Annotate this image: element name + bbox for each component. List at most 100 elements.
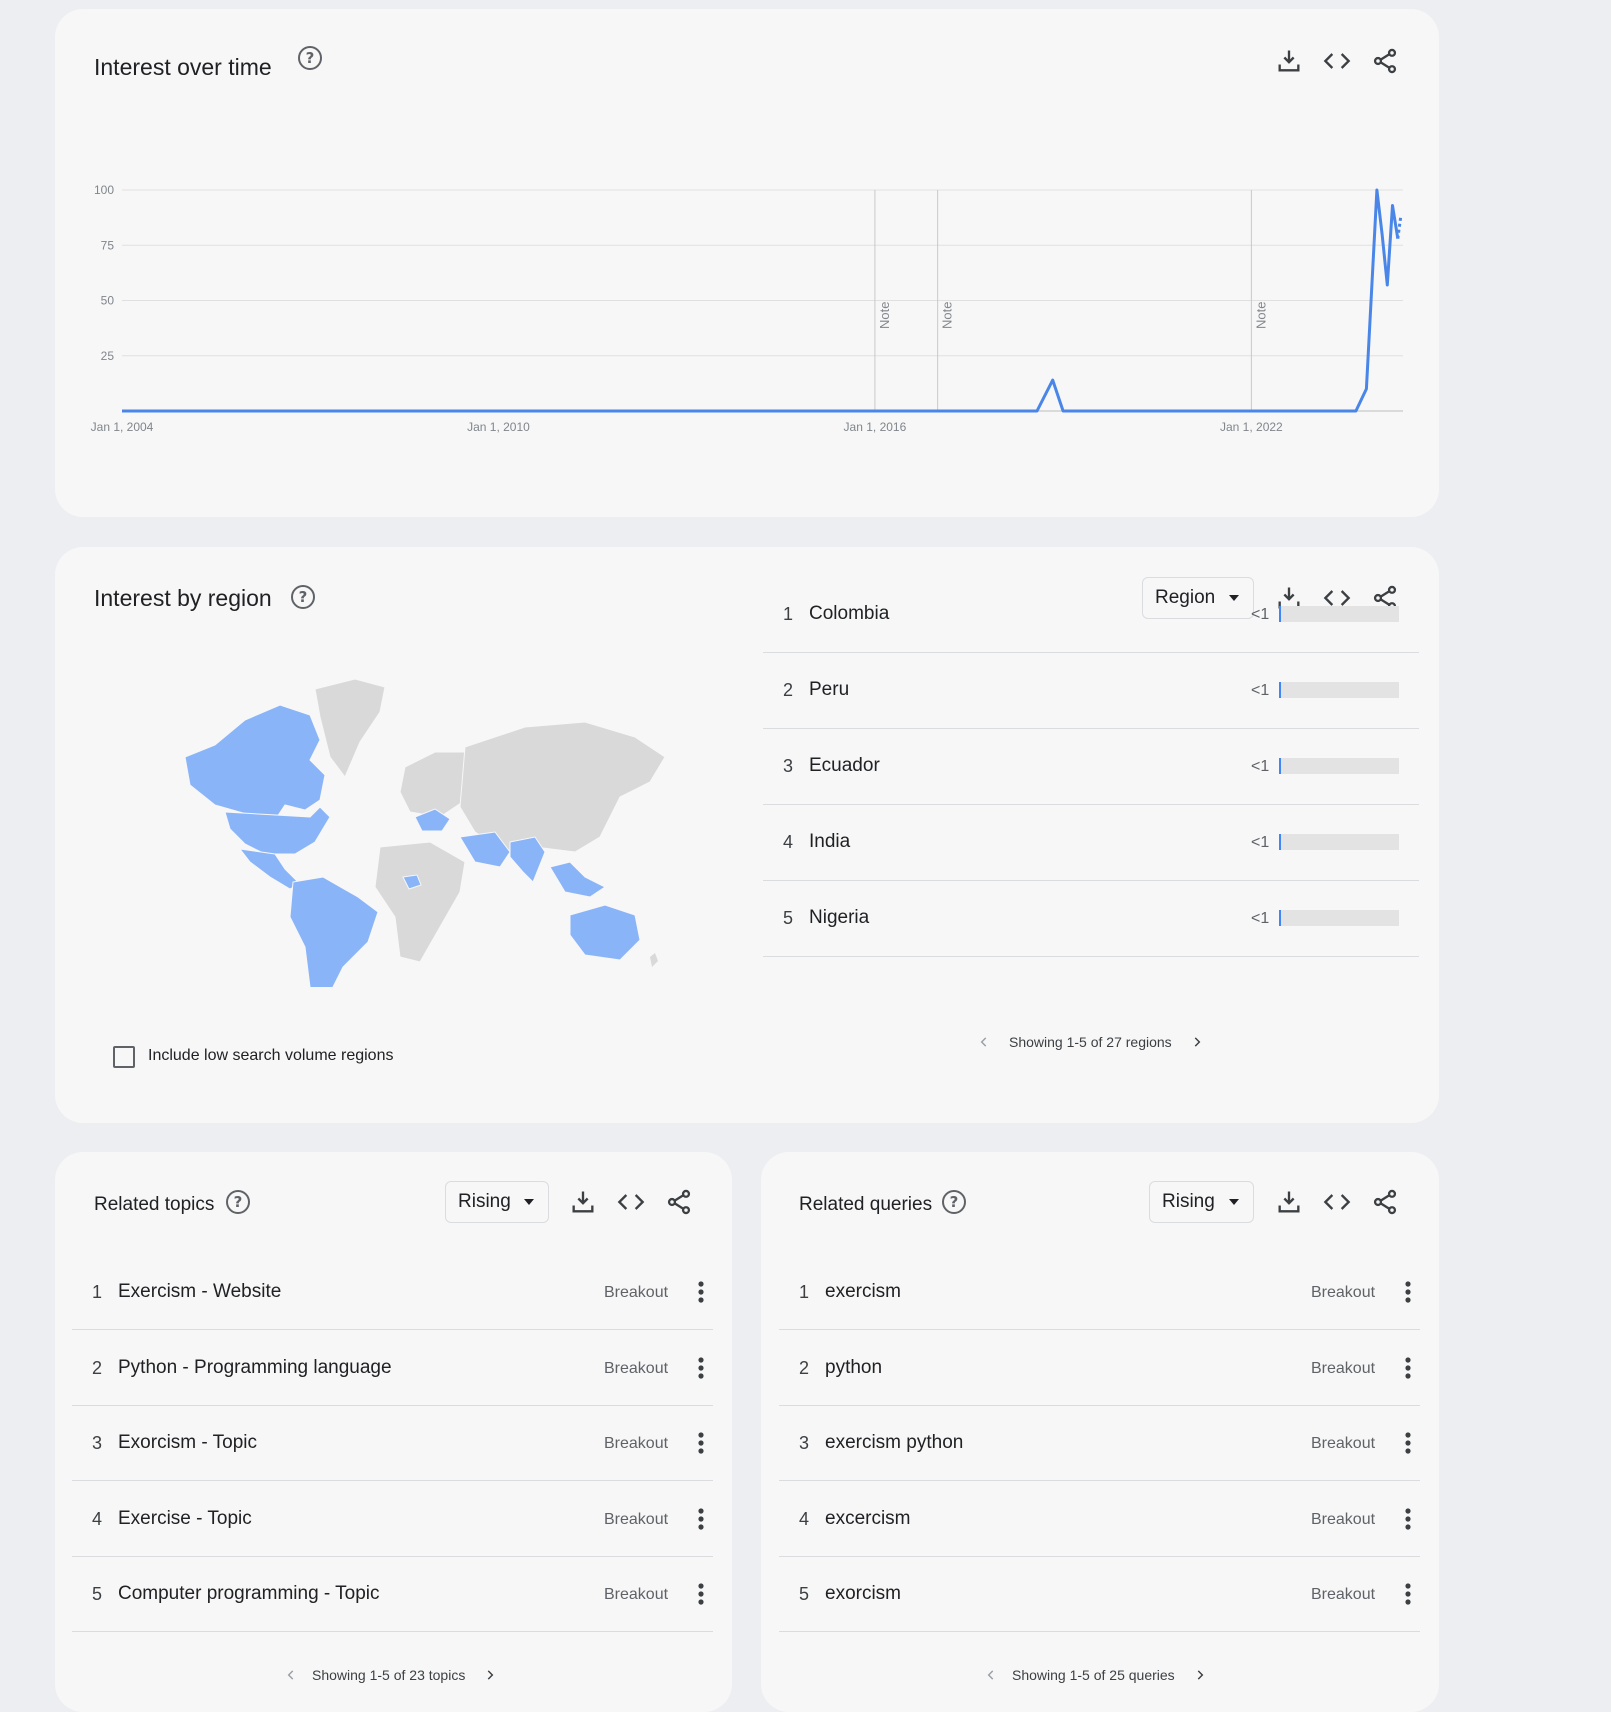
chevron-right-icon[interactable] — [483, 1668, 497, 1682]
world-map[interactable] — [165, 677, 665, 987]
region-rank: 5 — [783, 908, 794, 928]
query-rank: 5 — [799, 1584, 810, 1604]
download-icon[interactable] — [1275, 1188, 1303, 1216]
query-name[interactable]: excercism — [825, 1508, 911, 1530]
caret-down-icon — [524, 1199, 534, 1205]
topic-row[interactable]: 4 Exercise - Topic Breakout — [72, 1482, 713, 1557]
more-vert-icon[interactable] — [1405, 1506, 1411, 1532]
more-vert-icon[interactable] — [698, 1581, 704, 1607]
share-icon[interactable] — [1371, 1188, 1399, 1216]
topic-name[interactable]: Exercise - Topic — [118, 1508, 252, 1530]
topic-value: Breakout — [604, 1435, 669, 1452]
topic-name[interactable]: Computer programming - Topic — [118, 1583, 380, 1605]
region-value: <1 — [1251, 606, 1270, 623]
topic-row[interactable]: 3 Exorcism - Topic Breakout — [72, 1406, 713, 1481]
topic-rank: 3 — [92, 1433, 103, 1453]
more-vert-icon[interactable] — [1405, 1430, 1411, 1456]
region-value-bar — [1279, 606, 1399, 622]
topic-rank: 5 — [92, 1584, 103, 1604]
more-vert-icon[interactable] — [698, 1355, 704, 1381]
region-row[interactable]: 1 Colombia <1 — [763, 577, 1419, 653]
region-value-bar — [1279, 910, 1399, 926]
chevron-left-icon[interactable] — [984, 1668, 998, 1682]
x-tick-label: Jan 1, 2004 — [91, 420, 154, 434]
y-tick-label: 50 — [101, 294, 115, 308]
more-vert-icon[interactable] — [698, 1506, 704, 1532]
region-rank: 2 — [783, 680, 794, 700]
region-rank: 3 — [783, 756, 794, 776]
region-row[interactable]: 3 Ecuador <1 — [763, 729, 1419, 805]
topic-rank: 4 — [92, 1508, 103, 1529]
region-value: <1 — [1251, 910, 1270, 927]
topic-value: Breakout — [604, 1359, 669, 1377]
map-region-australia — [569, 904, 641, 961]
more-vert-icon[interactable] — [1405, 1279, 1411, 1305]
query-row[interactable]: 5 exorcism Breakout — [779, 1557, 1420, 1632]
related-topics-card: Related topics ? Rising 1 Exercism - Webs… — [55, 1152, 732, 1712]
caret-down-icon — [1229, 1199, 1239, 1205]
related-topics-pager: Showing 1-5 of 23 topics — [284, 1667, 497, 1683]
x-tick-label: Jan 1, 2010 — [467, 420, 530, 434]
map-region-central-america — [238, 848, 301, 890]
map-region-south-america — [289, 876, 379, 987]
query-rank: 3 — [799, 1433, 810, 1453]
note-label[interactable]: Note — [1253, 302, 1268, 329]
chevron-left-icon[interactable] — [284, 1668, 298, 1682]
x-tick-label: Jan 1, 2016 — [844, 420, 907, 434]
topic-name[interactable]: Python - Programming language — [118, 1357, 392, 1379]
chevron-right-icon[interactable] — [1190, 1035, 1204, 1049]
region-row[interactable]: 2 Peru <1 — [763, 653, 1419, 729]
embed-code-icon[interactable] — [1323, 1188, 1351, 1216]
map-region-india — [509, 836, 546, 883]
share-icon[interactable] — [665, 1188, 693, 1216]
query-row[interactable]: 2 python Breakout — [779, 1331, 1420, 1406]
embed-code-icon[interactable] — [617, 1188, 645, 1216]
help-circle-icon[interactable]: ? — [291, 585, 315, 609]
query-row[interactable]: 1 exercism Breakout — [779, 1255, 1420, 1330]
region-row[interactable]: 4 India <1 — [763, 805, 1419, 881]
note-label[interactable]: Note — [940, 302, 955, 329]
related-topics-title: Related topics — [94, 1194, 215, 1215]
more-vert-icon[interactable] — [698, 1279, 704, 1305]
help-circle-icon[interactable]: ? — [942, 1190, 966, 1214]
related-queries-filter-dropdown[interactable]: Rising — [1149, 1181, 1254, 1223]
region-row[interactable]: 5 Nigeria <1 — [763, 881, 1419, 957]
chevron-right-icon[interactable] — [1193, 1668, 1207, 1682]
region-value-bar-fill — [1279, 910, 1281, 926]
query-row[interactable]: 4 excercism Breakout — [779, 1482, 1420, 1557]
region-value: <1 — [1251, 758, 1270, 775]
region-pager: Showing 1-5 of 27 regions — [977, 1034, 1204, 1050]
related-queries-dropdown-label: Rising — [1162, 1191, 1215, 1212]
note-label[interactable]: Note — [877, 302, 892, 329]
query-name[interactable]: python — [825, 1357, 882, 1379]
y-tick-label: 75 — [101, 238, 115, 252]
low-volume-checkbox[interactable] — [113, 1046, 135, 1068]
chevron-left-icon[interactable] — [977, 1035, 991, 1049]
region-value: <1 — [1251, 682, 1270, 699]
help-circle-icon[interactable]: ? — [226, 1190, 250, 1214]
more-vert-icon[interactable] — [698, 1430, 704, 1456]
region-value-bar-fill — [1279, 834, 1281, 850]
region-value: <1 — [1251, 834, 1270, 851]
query-name[interactable]: exercism python — [825, 1432, 963, 1454]
topic-name[interactable]: Exercism - Website — [118, 1281, 281, 1303]
region-value-bar — [1279, 682, 1399, 698]
topic-row[interactable]: 1 Exercism - Website Breakout — [72, 1255, 713, 1330]
region-rank: 4 — [783, 832, 794, 852]
download-icon[interactable] — [569, 1188, 597, 1216]
region-value-bar-fill — [1279, 758, 1281, 774]
topic-row[interactable]: 2 Python - Programming language Breakout — [72, 1331, 713, 1406]
more-vert-icon[interactable] — [1405, 1355, 1411, 1381]
more-vert-icon[interactable] — [1405, 1581, 1411, 1607]
query-row[interactable]: 3 exercism python Breakout — [779, 1406, 1420, 1481]
query-rank: 2 — [799, 1357, 810, 1378]
query-value: Breakout — [1311, 1359, 1376, 1377]
topic-row[interactable]: 5 Computer programming - Topic Breakout — [72, 1557, 713, 1632]
query-name[interactable]: exercism — [825, 1281, 901, 1303]
region-value-bar — [1279, 834, 1399, 850]
topic-name[interactable]: Exorcism - Topic — [118, 1432, 257, 1454]
query-name[interactable]: exorcism — [825, 1583, 901, 1605]
region-name: India — [809, 831, 851, 852]
region-name: Colombia — [809, 603, 890, 624]
related-topics-filter-dropdown[interactable]: Rising — [445, 1181, 549, 1223]
